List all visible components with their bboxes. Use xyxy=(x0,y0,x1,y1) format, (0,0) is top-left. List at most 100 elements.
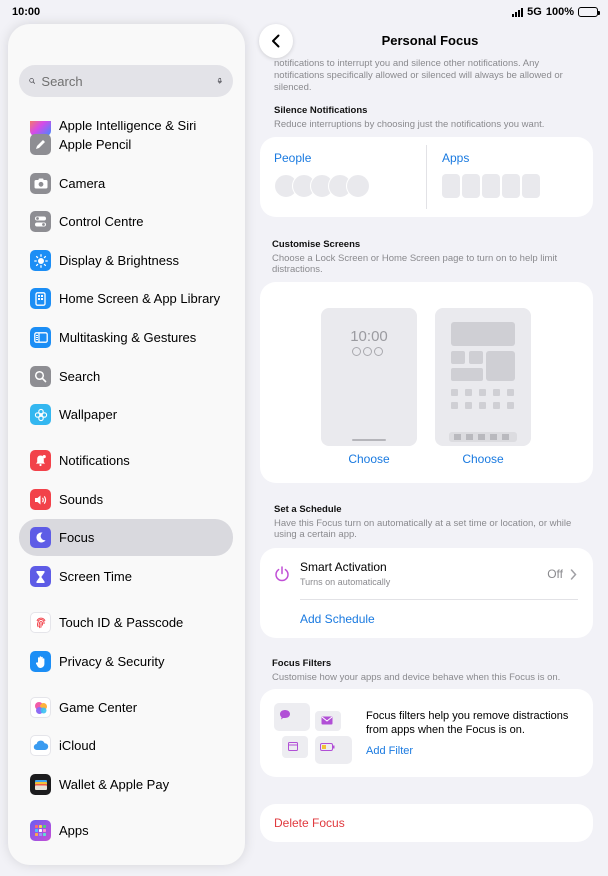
sun-icon xyxy=(30,250,51,271)
sidebar-item-control-centre[interactable]: Control Centre xyxy=(19,203,233,240)
home-screen-preview[interactable] xyxy=(435,308,531,446)
delete-focus-row[interactable]: Delete Focus xyxy=(260,804,593,842)
wallet-icon xyxy=(30,774,51,795)
sidebar-item-label: Sounds xyxy=(59,492,104,507)
people-label: People xyxy=(274,151,312,165)
schedule-card: Smart Activation Turns on automatically … xyxy=(260,548,593,638)
sidebar-item-game-center[interactable]: Game Center xyxy=(19,689,233,726)
sidebar-item-display-brightness[interactable]: Display & Brightness xyxy=(19,242,233,279)
hourglass-icon xyxy=(30,566,51,587)
message-icon xyxy=(280,710,290,720)
silence-desc: Reduce interruptions by choosing just th… xyxy=(274,119,545,130)
sidebar-item-apps[interactable]: Apps xyxy=(19,812,233,849)
battery-icon xyxy=(320,743,335,751)
search-icon xyxy=(29,78,35,84)
sidebar-item-icloud[interactable]: iCloud xyxy=(19,727,233,764)
schedule-title: Set a Schedule xyxy=(274,504,342,515)
divider xyxy=(300,599,578,600)
signal-icon xyxy=(512,7,524,17)
sidebar-item-camera[interactable]: Camera xyxy=(19,165,233,202)
widget-dots xyxy=(352,347,383,356)
calendar-icon xyxy=(288,742,298,751)
sidebar-item-label: Privacy & Security xyxy=(59,654,165,669)
filters-desc: Customise how your apps and device behav… xyxy=(272,672,561,683)
sidebar-item-touch-id[interactable]: Touch ID & Passcode xyxy=(19,604,233,641)
sidebar-item-multitasking[interactable]: Multitasking & Gestures xyxy=(19,319,233,356)
sidebar-item-label: Screen Time xyxy=(59,569,132,584)
camera-icon xyxy=(30,173,51,194)
page-title: Personal Focus xyxy=(381,33,479,48)
hand-icon xyxy=(30,651,51,672)
network-label: 5G xyxy=(527,6,542,18)
add-schedule-button[interactable]: Add Schedule xyxy=(300,612,375,626)
mail-icon xyxy=(321,716,333,725)
microphone-icon[interactable] xyxy=(217,73,223,89)
sidebar-item-label: Apps xyxy=(59,823,89,838)
people-selector[interactable]: People xyxy=(274,151,370,198)
fingerprint-icon xyxy=(30,612,51,633)
sidebar-item-label: Search xyxy=(59,369,101,384)
apps-grid-icon xyxy=(30,820,51,841)
back-button[interactable] xyxy=(259,24,293,58)
divider xyxy=(426,145,427,209)
bell-icon xyxy=(30,450,51,471)
sidebar-item-home-screen[interactable]: Home Screen & App Library xyxy=(19,280,233,317)
sidebar-item-screen-time[interactable]: Screen Time xyxy=(19,558,233,595)
flower-icon xyxy=(30,404,51,425)
apps-placeholders xyxy=(442,174,540,198)
apps-selector[interactable]: Apps xyxy=(442,151,540,198)
sidebar-item-wallet[interactable]: Wallet & Apple Pay xyxy=(19,766,233,803)
sidebar-item-label: Wallpaper xyxy=(59,407,118,422)
choose-lock-screen-link[interactable]: Choose xyxy=(321,452,417,466)
sidebar-item-label: Notifications xyxy=(59,453,130,468)
cloud-icon xyxy=(30,735,51,756)
power-icon xyxy=(275,566,289,582)
sidebar-item-label: Apple Pencil xyxy=(59,137,132,152)
silence-title: Silence Notifications xyxy=(274,105,368,116)
sidebar-item-label: Camera xyxy=(59,176,106,191)
pencil-icon xyxy=(30,134,51,155)
sidebar-item-apple-pencil[interactable]: Apple Pencil xyxy=(19,126,233,163)
filters-title: Focus Filters xyxy=(272,658,332,669)
home-indicator xyxy=(352,439,386,441)
sidebar-item-label: Focus xyxy=(59,530,95,545)
sidebar-item-privacy-security[interactable]: Privacy & Security xyxy=(19,643,233,680)
search-input[interactable] xyxy=(41,73,218,89)
home-screen-icon xyxy=(30,288,51,309)
people-avatars xyxy=(274,174,370,198)
filters-body-text: Focus filters help you remove distractio… xyxy=(366,710,569,736)
delete-focus-button[interactable]: Delete Focus xyxy=(274,816,345,830)
chevron-left-icon xyxy=(272,34,280,48)
intro-text: notifications to interrupt you and silen… xyxy=(274,58,563,92)
sidebar-item-label: Multitasking & Gestures xyxy=(59,330,197,345)
sidebar-item-label: Touch ID & Passcode xyxy=(59,615,184,630)
filters-illustration xyxy=(274,703,352,767)
silence-card: People Apps xyxy=(260,137,593,217)
sidebar-item-sounds[interactable]: Sounds xyxy=(19,481,233,518)
apps-label: Apps xyxy=(442,151,470,165)
search-icon xyxy=(30,366,51,387)
choose-home-screen-link[interactable]: Choose xyxy=(435,452,531,466)
status-time: 10:00 xyxy=(12,6,41,18)
sidebar-item-label: Control Centre xyxy=(59,214,144,229)
sidebar-item-focus[interactable]: Focus xyxy=(19,519,233,556)
customise-desc: Choose a Lock Screen or Home Screen page… xyxy=(272,253,558,275)
sidebar-item-label: Display & Brightness xyxy=(59,253,179,268)
sidebar-item-label: Game Center xyxy=(59,700,138,715)
search-field[interactable] xyxy=(19,65,233,97)
chevron-right-icon xyxy=(570,569,577,580)
sidebar-item-wallpaper[interactable]: Wallpaper xyxy=(19,396,233,433)
smart-activation-title: Smart Activation xyxy=(300,560,387,574)
sidebar-item-notifications[interactable]: Notifications xyxy=(19,442,233,479)
speaker-icon xyxy=(30,489,51,510)
battery-icon xyxy=(578,7,600,17)
sidebar-item-search[interactable]: Search xyxy=(19,358,233,395)
smart-activation-row[interactable]: Smart Activation Turns on automatically … xyxy=(260,548,593,600)
smart-activation-value: Off xyxy=(547,567,563,581)
sidebar-item-label: Wallet & Apple Pay xyxy=(59,777,170,792)
lock-screen-preview[interactable]: 10:00 xyxy=(321,308,417,446)
status-indicators: 5G 100% xyxy=(512,6,600,18)
customise-title: Customise Screens xyxy=(272,239,361,250)
lock-screen-time: 10:00 xyxy=(350,328,388,345)
add-filter-button[interactable]: Add Filter xyxy=(366,745,413,757)
